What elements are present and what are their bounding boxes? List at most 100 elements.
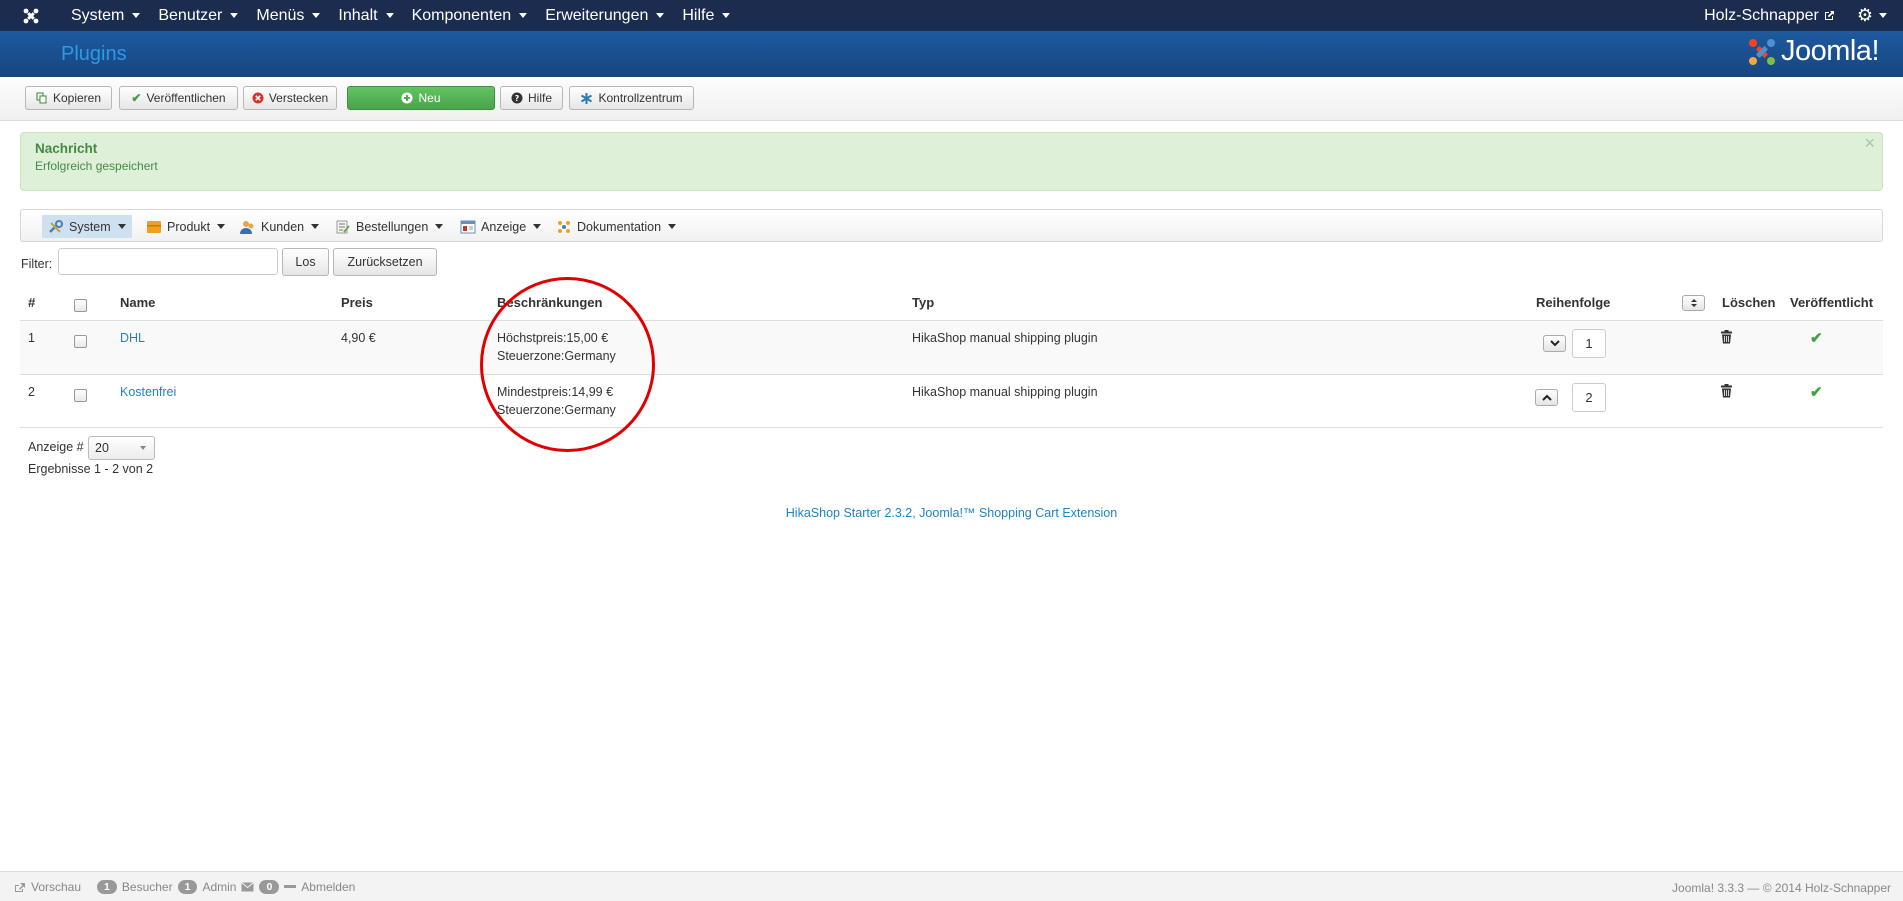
status-left: Vorschau 1 Besucher 1 Admin 0 Abmelden <box>14 880 355 894</box>
copy-button-label: Kopieren <box>52 91 102 105</box>
caret-down-icon <box>668 224 677 229</box>
menu-system[interactable]: System <box>62 0 149 31</box>
caret-down-icon <box>435 224 444 229</box>
message-title: Nachricht <box>35 141 98 156</box>
column-header-order[interactable]: Reihenfolge <box>1536 295 1610 310</box>
wrench-icon <box>49 219 63 233</box>
publish-button-label: Veröffentlichen <box>146 91 226 105</box>
filter-input[interactable] <box>58 248 278 275</box>
messages-badge[interactable]: 0 <box>259 880 280 894</box>
row-number: 1 <box>28 331 35 345</box>
plugin-price: 4,90 € <box>341 331 376 345</box>
move-up-button[interactable] <box>1535 389 1558 406</box>
menu-inhalt-label: Inhalt <box>338 6 378 24</box>
visitors-badge: 1 <box>97 880 117 894</box>
column-header-num: # <box>28 295 36 310</box>
highlight-circle <box>480 277 655 452</box>
settings-menu[interactable]: ⚙ <box>1857 5 1887 26</box>
filter-go-button[interactable]: Los <box>282 248 329 276</box>
copy-button[interactable]: Kopieren <box>25 86 112 110</box>
filter-reset-button[interactable]: Zurücksetzen <box>333 248 437 276</box>
row-number: 2 <box>28 385 35 399</box>
logout-link[interactable]: Abmelden <box>301 880 355 894</box>
caret-down-icon <box>312 13 321 18</box>
row-checkbox[interactable] <box>74 389 87 402</box>
copy-icon <box>36 92 47 104</box>
new-button[interactable]: Neu <box>347 86 495 110</box>
menu-hilfe-label: Hilfe <box>682 6 715 24</box>
version-info: Joomla! 3.3.3 — © 2014 Holz-Schnapper <box>1672 881 1891 895</box>
menu-inhalt[interactable]: Inhalt <box>329 0 402 31</box>
joomla-logo-icon <box>1748 38 1775 65</box>
column-header-name[interactable]: Name <box>120 295 155 310</box>
external-link-icon <box>15 882 25 892</box>
submenu-kunden[interactable]: Kunden <box>234 215 325 238</box>
header-band: Plugins Joomla! <box>0 31 1903 77</box>
limit-select[interactable]: 20 <box>88 436 155 460</box>
help-button[interactable]: ? Hilfe <box>500 86 563 110</box>
customers-icon <box>240 220 254 234</box>
hide-button[interactable]: Verstecken <box>243 86 337 110</box>
site-link[interactable]: Holz-Schnapper <box>1704 7 1835 25</box>
display-icon <box>460 220 476 233</box>
select-all-checkbox[interactable] <box>74 299 87 312</box>
divider <box>20 427 1883 428</box>
caret-down-icon <box>1879 13 1887 18</box>
status-bar: Vorschau 1 Besucher 1 Admin 0 Abmelden J… <box>0 871 1903 901</box>
site-link-label: Holz-Schnapper <box>1704 6 1819 24</box>
limit-label: Anzeige # <box>28 440 84 454</box>
caret-down-icon <box>217 224 226 229</box>
submenu-anzeige[interactable]: Anzeige <box>454 215 547 238</box>
menu-erweiterungen[interactable]: Erweiterungen <box>536 0 673 31</box>
svg-text:?: ? <box>515 94 520 103</box>
menu-benutzer-label: Benutzer <box>158 6 223 24</box>
caret-down-icon <box>140 446 146 450</box>
save-order-button[interactable] <box>1682 295 1705 311</box>
plugin-type: HikaShop manual shipping plugin <box>912 385 1098 399</box>
order-input[interactable]: 2 <box>1572 383 1606 412</box>
documentation-icon <box>558 220 570 233</box>
control-center-button[interactable]: Kontrollzentrum <box>569 86 694 110</box>
caret-down-icon <box>722 13 731 18</box>
close-icon[interactable]: × <box>1864 133 1875 154</box>
question-circle-icon: ? <box>511 92 523 104</box>
toolbar: Kopieren ✔ Veröffentlichen Verstecken Ne… <box>0 77 1903 121</box>
extension-footer-link[interactable]: HikaShop Starter 2.3.2, Joomla!™ Shoppin… <box>786 506 1117 520</box>
filter-label: Filter: <box>21 257 53 271</box>
caret-down-icon <box>117 224 126 229</box>
move-down-button[interactable] <box>1543 335 1566 352</box>
gear-icon: ⚙ <box>1856 5 1873 25</box>
menu-hilfe[interactable]: Hilfe <box>673 0 739 31</box>
column-header-type: Typ <box>912 295 935 310</box>
menu-menues-label: Menüs <box>256 6 305 24</box>
visitors-label: Besucher <box>121 880 173 894</box>
submenu-dokumentation[interactable]: Dokumentation <box>550 215 682 238</box>
submenu-system[interactable]: System <box>42 215 132 238</box>
submenu-system-label: System <box>69 219 111 234</box>
menu-komponenten[interactable]: Komponenten <box>403 0 537 31</box>
trash-icon[interactable] <box>1721 330 1732 347</box>
main-menu: System Benutzer Menüs Inhalt Komponenten… <box>62 0 739 31</box>
joomla-brand-text: Joomla! <box>1780 35 1880 67</box>
check-icon: ✔ <box>131 91 142 105</box>
submenu-produkt[interactable]: Produkt <box>140 215 231 238</box>
menu-menues[interactable]: Menüs <box>247 0 329 31</box>
plugin-name-link[interactable]: DHL <box>120 331 145 345</box>
published-check-icon[interactable]: ✔ <box>1810 329 1823 347</box>
preview-link[interactable]: Vorschau <box>31 880 81 894</box>
trash-icon[interactable] <box>1721 384 1732 401</box>
submenu-bestellungen[interactable]: Bestellungen <box>329 215 449 238</box>
published-check-icon[interactable]: ✔ <box>1810 383 1823 401</box>
page: System Benutzer Menüs Inhalt Komponenten… <box>0 0 1903 901</box>
submenu-bestellungen-label: Bestellungen <box>356 219 429 234</box>
row-checkbox[interactable] <box>74 335 87 348</box>
joomla-logo-icon[interactable] <box>0 7 62 25</box>
column-header-delete: Löschen <box>1722 295 1776 310</box>
control-center-button-label: Kontrollzentrum <box>598 91 683 105</box>
plugin-name-link[interactable]: Kostenfrei <box>120 385 176 399</box>
order-input[interactable]: 1 <box>1572 329 1606 358</box>
plugin-type: HikaShop manual shipping plugin <box>912 331 1098 345</box>
menu-benutzer[interactable]: Benutzer <box>149 0 247 31</box>
publish-button[interactable]: ✔ Veröffentlichen <box>119 86 238 110</box>
submenu-produkt-label: Produkt <box>167 219 211 234</box>
